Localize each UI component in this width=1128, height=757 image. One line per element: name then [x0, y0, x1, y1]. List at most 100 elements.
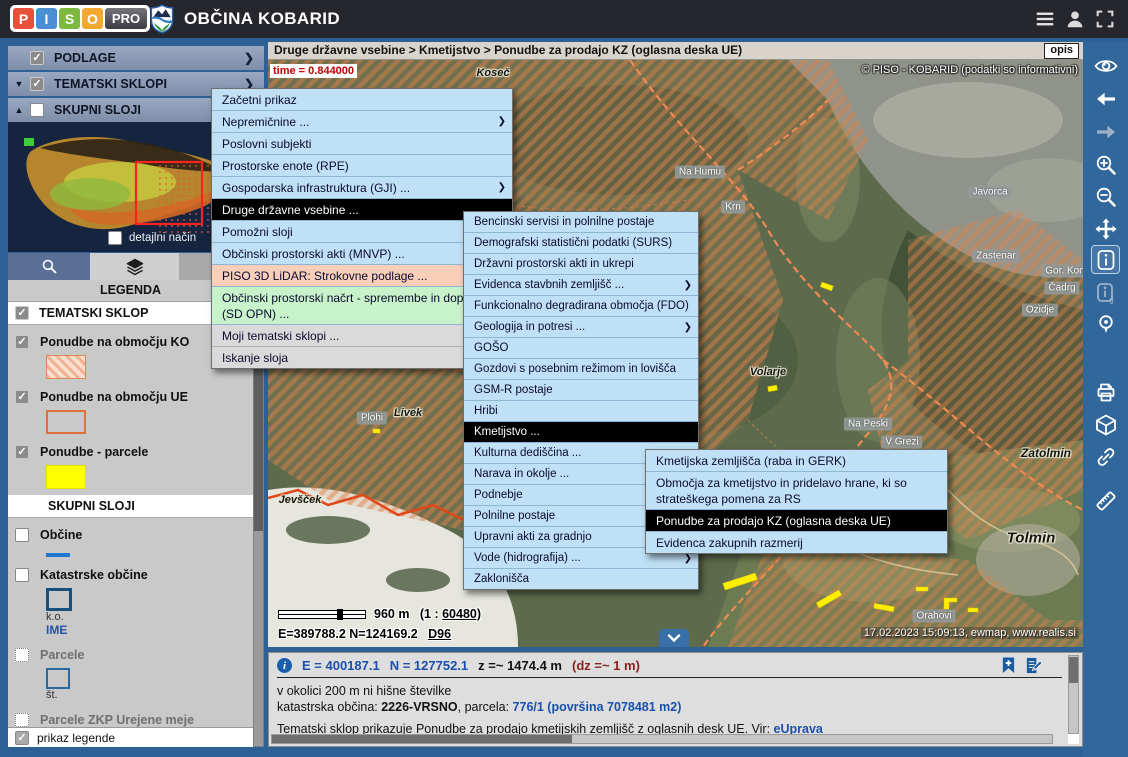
checkbox[interactable] — [15, 335, 29, 349]
bookmark-add-icon[interactable] — [1001, 657, 1016, 674]
menu-item[interactable]: GSM-R postaje — [464, 380, 698, 401]
legend-swatch-navy-rect-sm — [46, 668, 70, 689]
legend-section-header[interactable]: SKUPNI SLOJI — [8, 495, 253, 518]
zoom-out-icon[interactable] — [1091, 182, 1120, 211]
location-pin-icon[interactable] — [1091, 309, 1120, 338]
menu-item[interactable]: Ponudbe za prodajo KZ (oglasna deska UE) — [646, 510, 947, 532]
identify-graphic-icon: g — [1091, 278, 1120, 307]
scale-ratio-link[interactable]: 60480 — [442, 607, 477, 621]
eye-icon[interactable] — [1091, 51, 1120, 80]
menu-item[interactable]: Bencinski servisi in polnilne postaje — [464, 212, 698, 233]
checkbox[interactable] — [15, 568, 29, 582]
legend-swatch-navy-rect — [46, 588, 72, 611]
checkbox[interactable] — [15, 390, 29, 404]
tab-search[interactable] — [8, 253, 91, 280]
breadcrumb-bar: Druge državne vsebine > Kmetijstvo > Pon… — [268, 42, 1083, 60]
legend-swatch-yellow-fill — [46, 465, 86, 489]
info-vertical-scrollbar[interactable] — [1068, 655, 1079, 734]
checkbox[interactable] — [108, 231, 122, 245]
piso-pro-logo[interactable]: P I S O PRO — [10, 5, 150, 32]
menu-item[interactable]: Hribi — [464, 401, 698, 422]
identify-icon[interactable] — [1091, 245, 1120, 274]
menu-item[interactable]: Kmetijska zemljišča (raba in GERK) — [646, 450, 947, 472]
layers-menu-level3: Kmetijska zemljišča (raba in GERK)Območj… — [645, 449, 948, 554]
cursor-coordinates: E=389788.2 N=124169.2 D96 — [278, 627, 451, 641]
legend-layer-label: Parcele — [40, 648, 84, 662]
menu-item[interactable]: Zaklonišča — [464, 569, 698, 589]
fullscreen-icon[interactable] — [1094, 8, 1116, 30]
parcel-link[interactable]: 776/1 (površina 7078481 m2) — [513, 700, 682, 714]
menu-item[interactable]: Demografski statistični podatki (SURS) — [464, 233, 698, 254]
sidebar-section-label: PODLAGE — [54, 51, 116, 65]
render-time-label: time = 0.844000 — [270, 64, 357, 78]
menu-item[interactable]: Geologija in potresi ...❯ — [464, 317, 698, 338]
menu-item[interactable]: Prostorske enote (RPE) — [212, 155, 512, 177]
legend-layer-label: Parcele ZKP Urejene meje — [40, 713, 194, 727]
tab-layers[interactable] — [91, 253, 179, 280]
menu-item[interactable]: GOŠO — [464, 338, 698, 359]
sidebar-section-podlage[interactable]: PODLAGE ❯ — [8, 46, 264, 70]
checkbox[interactable] — [15, 306, 29, 320]
menu-item[interactable]: Državni prostorski akti in ukrepi — [464, 254, 698, 275]
legend-footer[interactable]: prikaz legende — [8, 727, 253, 747]
elevation-accuracy: (dz =~ 1 m) — [572, 658, 640, 673]
checkbox[interactable] — [30, 103, 44, 117]
menu-item[interactable]: Poslovni subjekti — [212, 133, 512, 155]
menu-item[interactable]: Gospodarska infrastruktura (GJI) ...❯ — [212, 177, 512, 199]
scrollbar-thumb[interactable] — [272, 735, 572, 743]
menu-item-label: Narava in okolje ... — [474, 467, 569, 482]
info-panel: i E = 400187.1 N = 127752.1 z =~ 1474.4 … — [268, 652, 1083, 747]
legend-swatch-hatch — [46, 355, 86, 379]
menu-item[interactable]: Funkcionalno degradirana območja (FDO) — [464, 296, 698, 317]
checkbox[interactable] — [15, 445, 29, 459]
menu-item[interactable]: Kmetijstvo ... — [464, 422, 698, 443]
user-account-icon[interactable] — [1064, 8, 1086, 30]
map-toolbar: g — [1083, 42, 1128, 757]
collapse-triangle-icon[interactable]: ▼ — [8, 79, 30, 89]
checkbox[interactable] — [15, 528, 29, 542]
checkbox[interactable] — [15, 648, 29, 662]
zoom-in-icon[interactable] — [1091, 150, 1120, 179]
print-icon[interactable] — [1091, 378, 1120, 407]
point-northing: N = 127752.1 — [390, 658, 468, 673]
info-horizontal-scrollbar[interactable] — [271, 734, 1053, 744]
datum-link[interactable]: D96 — [428, 627, 451, 641]
checkbox[interactable] — [30, 51, 44, 65]
parcel-line: katastrska občina: 2226-VRSNO, parcela: … — [277, 699, 1062, 715]
menu-item[interactable]: Začetni prikaz — [212, 89, 512, 111]
menu-item[interactable]: Območja za kmetijstvo in pridelavo hrane… — [646, 472, 947, 510]
show-legend-label: prikaz legende — [37, 731, 115, 745]
menu-item[interactable]: Gozdovi s posebnim režimom in lovišča — [464, 359, 698, 380]
menu-item[interactable]: Evidenca stavbnih zemljišč ...❯ — [464, 275, 698, 296]
menu-item-label: Prostorske enote (RPE) — [222, 158, 349, 174]
menu-item-label: Evidenca zakupnih razmerij — [656, 535, 803, 551]
search-icon — [40, 257, 59, 276]
scrollbar-thumb[interactable] — [1069, 657, 1078, 683]
checkbox[interactable] — [30, 77, 44, 91]
menu-item-label: Polnilne postaje — [474, 509, 555, 524]
menu-item-label: Zaklonišča — [474, 572, 529, 587]
share-link-icon[interactable] — [1091, 442, 1120, 471]
menu-item[interactable]: Nepremičnine ...❯ — [212, 111, 512, 133]
report-edit-icon[interactable] — [1025, 657, 1042, 674]
view-3d-icon[interactable] — [1091, 410, 1120, 439]
submenu-arrow-icon: ❯ — [684, 278, 692, 293]
map-copyright: © PISO - KOBARID (podatki so informativn… — [861, 64, 1078, 76]
collapse-info-panel-button[interactable] — [659, 629, 689, 647]
menu-hamburger-icon[interactable] — [1034, 8, 1056, 30]
menu-item[interactable]: Evidenca zakupnih razmerij — [646, 532, 947, 553]
legend-layer: Ponudbe na območju UE — [8, 385, 253, 440]
collapse-triangle-icon[interactable]: ▲ — [8, 105, 30, 115]
parcel-label: , parcela: — [458, 700, 513, 714]
measure-ruler-icon[interactable] — [1091, 486, 1120, 515]
point-elevation: z =~ 1474.4 m — [478, 658, 562, 673]
nearest-address-line: v okolici 200 m ni hišne številke — [277, 683, 1062, 699]
opis-button[interactable]: opis — [1044, 43, 1079, 59]
menu-item-label: Državni prostorski akti in ukrepi — [474, 257, 634, 272]
map-watermark: 17.02.2023 15:09:13, ewmap, www.realis.s… — [861, 627, 1079, 639]
menu-item-label: GSM-R postaje — [474, 383, 553, 398]
checkbox[interactable] — [15, 713, 29, 727]
arrow-left-icon[interactable] — [1091, 84, 1120, 113]
pan-icon[interactable] — [1091, 214, 1120, 243]
checkbox[interactable] — [15, 731, 29, 745]
